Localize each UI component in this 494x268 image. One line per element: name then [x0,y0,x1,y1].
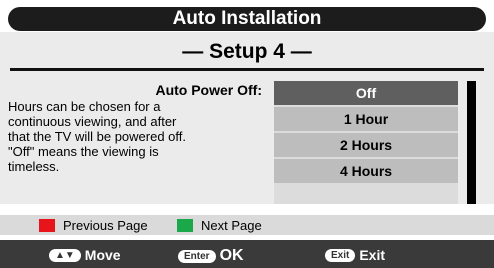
power-off-options-list: Off 1 Hour 2 Hours 4 Hours [274,81,458,204]
description-line: Hours can be chosen for a [8,99,161,114]
key-hint-bar: ▲▼ Move Enter OK Exit Exit [0,240,494,268]
enter-key-icon: Enter [178,249,216,263]
red-button-icon [39,219,55,232]
ok-label: OK [219,247,244,264]
setting-description: Hours can be chosen for a continuous vie… [8,99,274,174]
exit-label: Exit [359,247,386,263]
move-label: Move [84,247,121,263]
title-divider [10,68,484,71]
setting-heading: Auto Power Off: [155,82,262,98]
description-line: that the TV will be powered off. [8,129,187,144]
description-line: continuous viewing, and after [8,114,177,129]
options-scrollbar[interactable] [467,81,476,204]
setup-panel: — Setup 4 — Auto Power Off: Hours can be… [0,32,494,204]
previous-page-label: Previous Page [63,218,148,233]
description-line: "Off" means the viewing is [8,144,159,159]
page-navigation-bar: Previous Page Next Page [0,215,494,235]
option-off[interactable]: Off [274,81,458,105]
next-page-hint[interactable]: Next Page [177,218,262,233]
option-2-hours[interactable]: 2 Hours [274,133,458,157]
next-page-label: Next Page [201,218,262,233]
move-hint: ▲▼ Move [49,247,121,263]
previous-page-hint[interactable]: Previous Page [39,218,148,233]
option-1-hour[interactable]: 1 Hour [274,107,458,131]
exit-key-icon: Exit [325,248,356,262]
option-4-hours[interactable]: 4 Hours [274,159,458,183]
title-bar: Auto Installation [8,7,486,31]
window-title: Auto Installation [172,8,322,29]
up-down-arrows-icon: ▲▼ [49,248,81,262]
exit-hint: Exit Exit [325,247,385,263]
enter-hint: Enter OK [178,247,244,265]
description-line: timeless. [8,159,60,174]
green-button-icon [177,219,193,232]
setup-title: — Setup 4 — [182,40,312,63]
